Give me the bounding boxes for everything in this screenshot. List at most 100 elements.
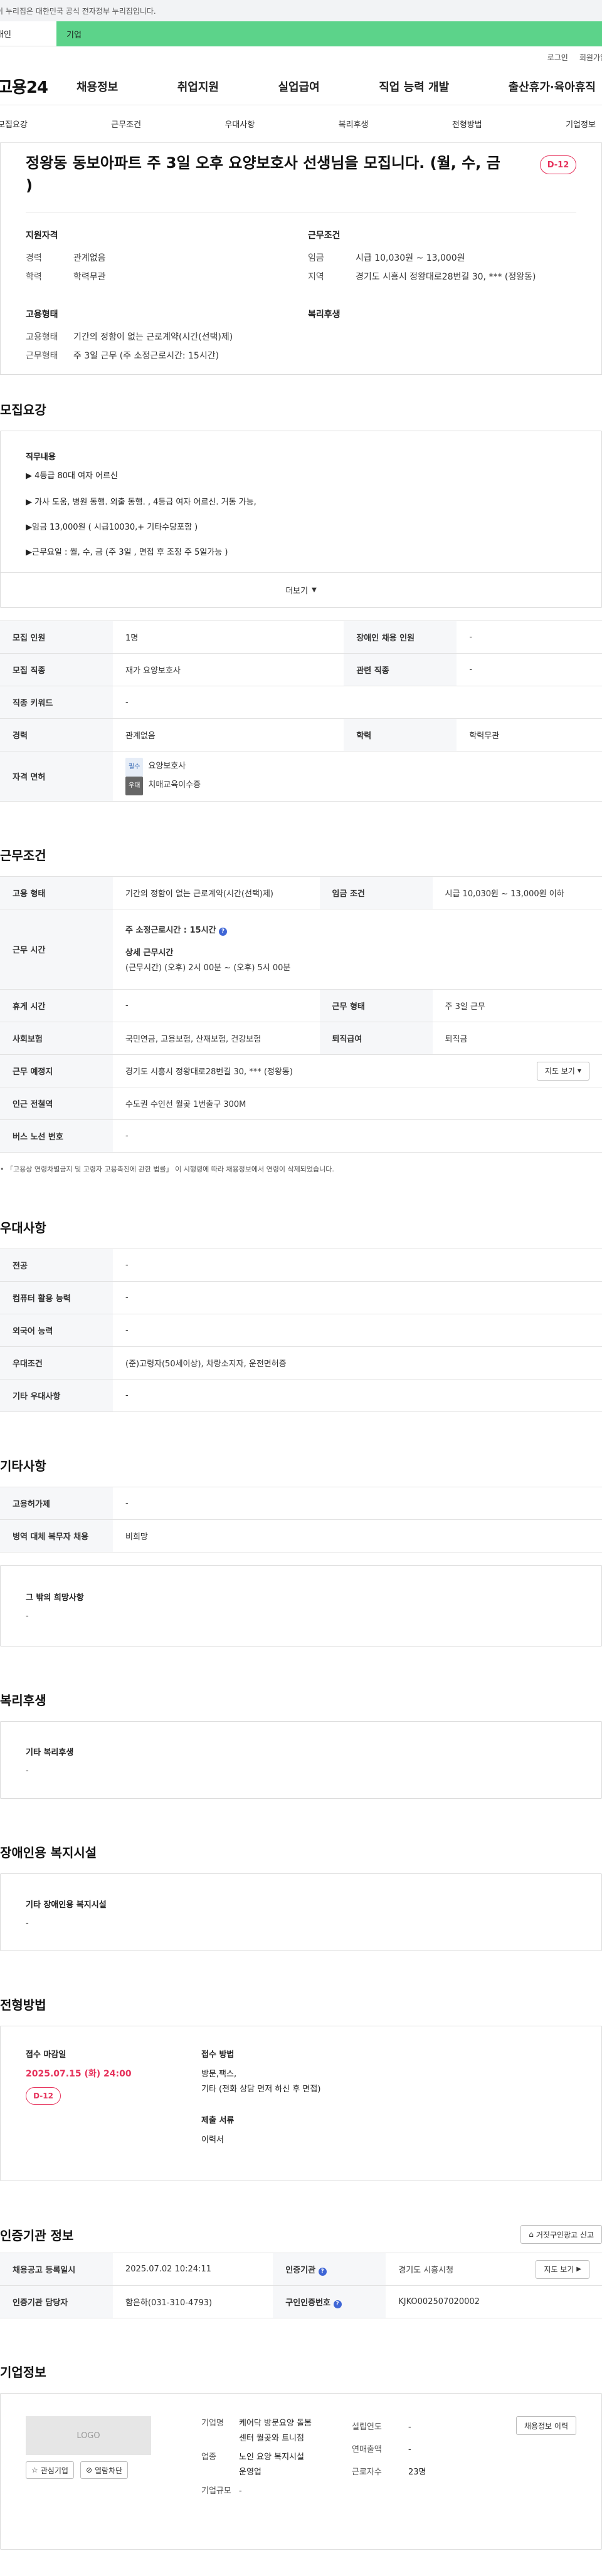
anchor-selection[interactable]: 전형방법: [452, 118, 482, 130]
summary-key: 경력: [26, 253, 42, 263]
utility-menu: 로그인 회원가입: [0, 46, 602, 68]
company-row: 근로자수 23명: [352, 2461, 496, 2484]
table-key: 구인인증번호 ?: [273, 2285, 386, 2318]
company-key: 연매출액: [352, 2445, 382, 2454]
table-value: -: [113, 1119, 602, 1153]
anchor-company[interactable]: 기업정보: [566, 118, 596, 130]
company-key: 설립연도: [352, 2422, 382, 2432]
duty-line: ▶임금 13,000원 ( 시급10030,+ 기타수당포함 ): [26, 523, 198, 532]
table-key: 자격 면허: [0, 751, 113, 802]
star-icon: ☆: [31, 2466, 38, 2474]
gnb-item-training[interactable]: 직업 능력 개발: [379, 78, 449, 95]
info-icon[interactable]: ?: [318, 2267, 327, 2276]
table-value: -: [457, 620, 602, 654]
table-key: 근무 형태: [319, 989, 433, 1022]
anchor-pref[interactable]: 우대사항: [224, 118, 255, 130]
login-link[interactable]: 로그인: [547, 52, 568, 63]
company-value: -: [408, 2422, 411, 2432]
table-key: 전공: [0, 1249, 113, 1282]
table-value: 경기도 시흥시 정왕대로28번길 30, *** (정왕동) 지도 보기 ▼: [113, 1054, 602, 1087]
table-key: 모집 직종: [0, 653, 113, 686]
member-tabs: 개인 기업: [0, 21, 602, 46]
table-value: 주 3일 근무: [432, 989, 602, 1022]
info-icon[interactable]: ?: [333, 2300, 342, 2308]
summary-qualification: 지원자격 경력 관계없음 학력 학력무관: [26, 229, 308, 286]
anchor-recruit[interactable]: 모집요강: [0, 118, 28, 130]
tab-company[interactable]: 기업: [56, 21, 602, 46]
section-title-recruit: 모집요강: [0, 402, 46, 417]
section-anchor-nav: 모집요강 근무조건 우대사항 복리후생 전형방법 기업정보: [0, 105, 602, 143]
table-row: 모집 인원 1명 장애인 채용 인원 -: [0, 620, 602, 654]
cert-org-key: 인증기관: [285, 2265, 316, 2275]
page: 이 누리집은 대한민국 공식 전자정부 누리집입니다. 개인 기업 로그인 회원…: [0, 0, 602, 2576]
site-logo[interactable]: 고용24: [0, 75, 66, 98]
summary-grid: 지원자격 경력 관계없음 학력 학력무관 근무조건 임금 시급 10,030원 ~ 1…: [26, 229, 576, 365]
table-key: 우대조건: [0, 1346, 113, 1380]
gnb-item-parental-leave[interactable]: 출산휴가·육아휴직: [509, 78, 596, 95]
summary-key: 임금: [308, 253, 324, 263]
table-value: 재가 요양보호사: [113, 653, 344, 686]
cert-map-button[interactable]: 지도 보기 ▶: [536, 2259, 589, 2279]
report-fake-ad-label: 거짓구인광고 신고: [536, 2230, 594, 2239]
benefit-box: 기타 복리후생 -: [0, 1721, 602, 1799]
work-place-address: 경기도 시흥시 정왕대로28번길 30, *** (정왕동): [125, 1067, 293, 1077]
section-title-cert: 인증기관 정보: [0, 2228, 74, 2243]
summary-key: 학력: [26, 272, 42, 282]
table-key: 관련 직종: [344, 653, 457, 686]
anchor-work[interactable]: 근무조건: [111, 118, 141, 130]
table-key: 임금 조건: [319, 876, 433, 909]
gnb-item-jobs[interactable]: 채용정보: [77, 78, 118, 95]
recruit-table: 모집 인원 1명 장애인 채용 인원 - 모집 직종 재가 요양보호사 관련 직…: [0, 620, 602, 802]
cert-map-label: 지도 보기: [544, 2265, 574, 2274]
table-key: 사회보험: [0, 1022, 113, 1055]
more-button[interactable]: 더보기 ▼: [1, 572, 601, 607]
company-key: 업종: [201, 2453, 216, 2462]
table-value: 기간의 정함이 없는 근로계약(시간(선택)제): [113, 876, 320, 909]
gnb-menu: 채용정보 취업지원 실업급여 직업 능력 개발 출산휴가·육아휴직: [66, 78, 602, 95]
summary-employment: 고용형태 고용형태 기간의 정함이 없는 근로계약(시간(선택)제) 근무형태 주 …: [26, 308, 308, 365]
table-key: 인증기관 담당자: [0, 2285, 113, 2318]
summary-row: 고용형태 기간의 정함이 없는 근로계약(시간(선택)제): [26, 328, 308, 347]
map-button[interactable]: 지도 보기 ▼: [536, 1061, 589, 1081]
method-line: 기타 (전화 상담 먼저 하신 후 면접): [201, 2085, 321, 2094]
report-fake-ad-button[interactable]: ⌂ 거짓구인광고 신고: [520, 2225, 602, 2244]
table-value: KJKO002507020002: [386, 2285, 602, 2318]
table-row: 버스 노선 번호 -: [0, 1119, 602, 1153]
table-row: 외국어 능력 -: [0, 1314, 602, 1347]
info-icon[interactable]: ?: [219, 927, 228, 936]
table-row: 고용허가제 -: [0, 1487, 602, 1520]
section-title-benefit: 복리후생: [0, 1693, 46, 1708]
gnb-item-employment-support[interactable]: 취업지원: [177, 78, 219, 95]
block-view-button[interactable]: ⊘ 열람차단: [80, 2461, 129, 2479]
join-link[interactable]: 회원가입: [579, 52, 602, 63]
table-key: 인증기관 ?: [273, 2253, 386, 2286]
table-row: 전공 -: [0, 1249, 602, 1282]
summary-value: 기간의 정함이 없는 근로계약(시간(선택)제): [73, 332, 233, 342]
etc-table: 고용허가제 - 병역 대체 복무자 채용 비희망: [0, 1487, 602, 1552]
deadline-block: 접수 마감일 2025.07.15 (화) 24:00 D-12: [26, 2048, 201, 2159]
table-key: 근무 시간: [0, 909, 113, 990]
summary-value: 학력무관: [73, 272, 106, 282]
table-row: 휴게 시간 - 근무 형태 주 3일 근무: [0, 989, 602, 1022]
map-button-label: 지도 보기: [544, 1067, 575, 1076]
anchor-benefit[interactable]: 복리후생: [339, 118, 369, 130]
weekly-hours: 주 소정근로시간 : 15시간 ?: [125, 923, 602, 938]
duty-line: ▶ 가사 도움, 병원 동행. 외출 동행. , 4등급 여자 어르신. 거동 …: [26, 498, 256, 507]
summary-value: 관계없음: [73, 253, 106, 263]
summary-row: 지역 경기도 시흥시 정왕대로28번길 30, *** (정왕동): [308, 268, 576, 286]
job-history-label: 채용정보 이력: [524, 2421, 568, 2431]
summary-value: 주 3일 근무 (주 소정근로시간: 15시간): [73, 351, 219, 361]
gnb-item-unemployment-benefit[interactable]: 실업급여: [278, 78, 320, 95]
job-summary-card: 정왕동 동보아파트 주 3일 오후 요양보호사 선생님을 모집니다. (월, 수…: [0, 143, 602, 375]
tab-person-label: 개인: [0, 30, 11, 39]
license-item: 우대 치매교육이수증: [125, 776, 602, 795]
favorite-company-button[interactable]: ☆ 관심기업: [26, 2461, 74, 2479]
table-value: -: [113, 989, 320, 1022]
job-history-button[interactable]: 채용정보 이력: [515, 2416, 576, 2435]
detail-hours-title: 상세 근무시간: [125, 948, 174, 958]
tab-person[interactable]: 개인: [0, 21, 56, 46]
summary-employment-title: 고용형태: [26, 310, 58, 320]
company-row: 기업규모 -: [201, 2484, 352, 2499]
table-key: 퇴직급여: [319, 1022, 433, 1055]
table-row: 고용 형태 기간의 정함이 없는 근로계약(시간(선택)제) 임금 조건 시급 …: [0, 876, 602, 909]
